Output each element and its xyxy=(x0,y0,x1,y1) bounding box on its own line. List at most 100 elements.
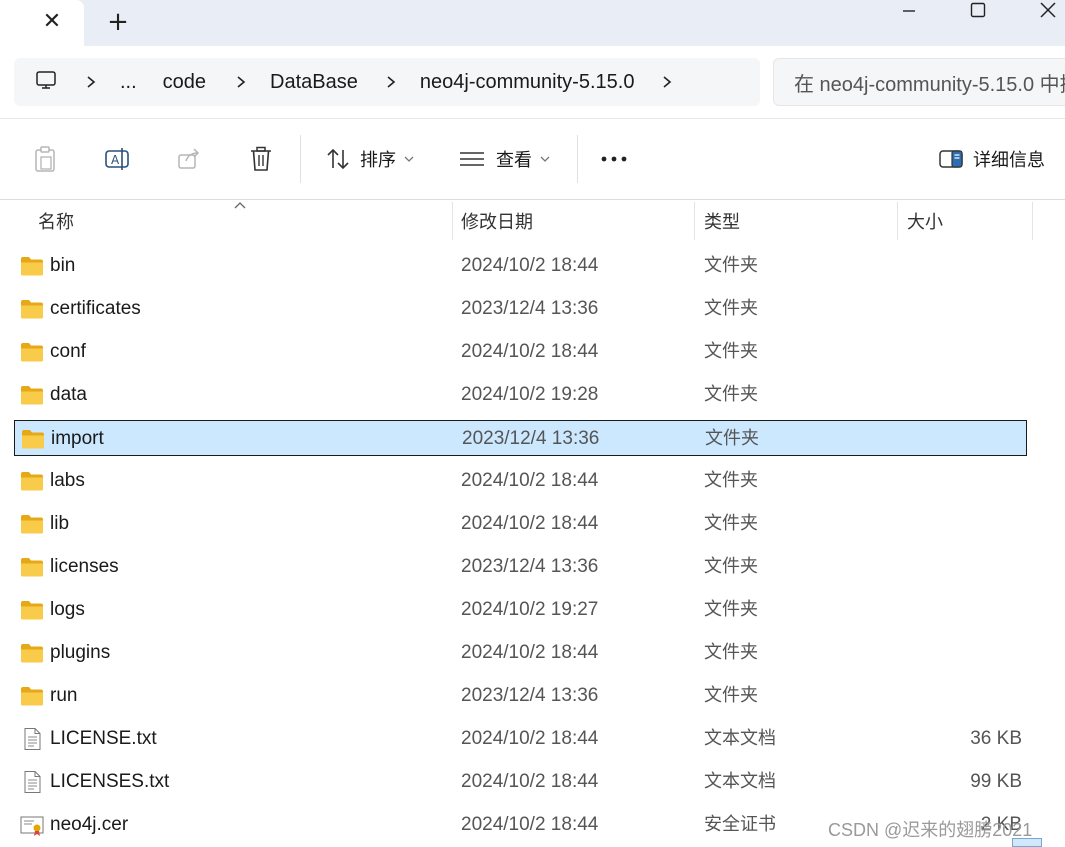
file-row[interactable]: LICENSE.txt 2024/10/2 18:44 文本文档 36 KB xyxy=(14,721,1027,757)
column-name[interactable]: 名称 xyxy=(38,208,74,234)
column-header-row: 名称 修改日期 类型 大小 xyxy=(0,200,1065,242)
clipboard-icon xyxy=(35,146,55,172)
minimize-button[interactable] xyxy=(886,0,932,20)
file-row[interactable]: bin 2024/10/2 18:44 文件夹 xyxy=(14,248,1027,284)
file-row[interactable]: conf 2024/10/2 18:44 文件夹 xyxy=(14,334,1027,370)
search-input[interactable]: 在 neo4j-community-5.15.0 中搜索 xyxy=(773,58,1065,106)
file-type: 文件夹 xyxy=(704,642,758,663)
svg-text:A: A xyxy=(111,153,120,167)
file-row[interactable]: data 2024/10/2 19:28 文件夹 xyxy=(14,377,1027,413)
column-size[interactable]: 大小 xyxy=(907,208,943,234)
close-window-button[interactable] xyxy=(1025,0,1065,20)
file-row[interactable]: certificates 2023/12/4 13:36 文件夹 xyxy=(14,291,1027,327)
title-bar: ✕ + xyxy=(0,0,1065,46)
file-modified-date: 2024/10/2 19:28 xyxy=(461,384,599,405)
file-name: run xyxy=(50,685,78,706)
breadcrumb-database[interactable]: DataBase xyxy=(270,71,358,94)
address-area: ... code DataBase neo4j-community-5.15.0… xyxy=(0,46,1065,118)
view-label: 查看 xyxy=(496,150,532,171)
column-divider[interactable] xyxy=(897,202,898,240)
more-options-button[interactable] xyxy=(601,143,627,175)
toolbar-divider xyxy=(577,135,578,183)
file-type: 文件夹 xyxy=(705,428,759,449)
watermark: CSDN @迟来的翅膀2021 xyxy=(828,820,1033,840)
column-divider[interactable] xyxy=(1032,202,1033,240)
view-button[interactable]: 查看 xyxy=(460,143,550,175)
minimize-icon xyxy=(903,10,915,12)
file-size xyxy=(914,678,1022,714)
file-name: data xyxy=(50,384,87,405)
folder-icon xyxy=(20,298,44,320)
chevron-right-icon[interactable] xyxy=(84,75,98,89)
file-modified-date: 2024/10/2 18:44 xyxy=(461,771,599,792)
file-row[interactable]: run 2023/12/4 13:36 文件夹 xyxy=(14,678,1027,714)
trash-icon xyxy=(251,146,271,171)
file-type: 文件夹 xyxy=(704,513,758,534)
maximize-button[interactable] xyxy=(955,0,1001,20)
file-modified-date: 2023/12/4 13:36 xyxy=(462,428,600,449)
file-type: 文件夹 xyxy=(704,341,758,362)
file-name: licenses xyxy=(50,556,119,577)
column-divider[interactable] xyxy=(694,202,695,240)
file-name: plugins xyxy=(50,642,111,663)
file-row[interactable]: plugins 2024/10/2 18:44 文件夹 xyxy=(14,635,1027,671)
file-size: 36 KB xyxy=(970,728,1022,749)
file-size xyxy=(914,463,1022,499)
column-modified[interactable]: 修改日期 xyxy=(461,208,533,234)
share-button[interactable] xyxy=(174,144,204,174)
file-row[interactable]: logs 2024/10/2 19:27 文件夹 xyxy=(14,592,1027,628)
file-row[interactable]: lib 2024/10/2 18:44 文件夹 xyxy=(14,506,1027,542)
file-modified-date: 2023/12/4 13:36 xyxy=(461,298,599,319)
file-type: 文本文档 xyxy=(704,771,776,792)
view-lines-icon xyxy=(460,152,484,166)
file-row[interactable]: LICENSES.txt 2024/10/2 18:44 文本文档 99 KB xyxy=(14,764,1027,800)
chevron-down-icon xyxy=(404,156,414,162)
address-bar[interactable]: ... code DataBase neo4j-community-5.15.0 xyxy=(14,58,760,106)
file-type: 文件夹 xyxy=(704,599,758,620)
file-type: 文件夹 xyxy=(704,470,758,491)
file-size xyxy=(914,291,1022,327)
text-file-icon xyxy=(20,728,44,750)
new-tab-button[interactable]: + xyxy=(104,8,132,36)
file-modified-date: 2024/10/2 18:44 xyxy=(461,513,599,534)
active-tab[interactable]: ✕ xyxy=(0,0,84,46)
file-modified-date: 2024/10/2 18:44 xyxy=(461,255,599,276)
column-type[interactable]: 类型 xyxy=(704,208,740,234)
file-type: 安全证书 xyxy=(704,814,776,835)
breadcrumb-overflow[interactable]: ... xyxy=(120,71,137,94)
folder-icon xyxy=(20,642,44,664)
file-name: bin xyxy=(50,255,76,276)
file-name: LICENSES.txt xyxy=(50,771,170,792)
paste-button[interactable] xyxy=(30,144,60,174)
file-size xyxy=(915,421,1023,457)
column-divider[interactable] xyxy=(452,202,453,240)
file-modified-date: 2024/10/2 18:44 xyxy=(461,470,599,491)
chevron-right-icon[interactable] xyxy=(384,75,398,89)
chevron-right-icon[interactable] xyxy=(660,75,674,89)
file-row[interactable]: licenses 2023/12/4 13:36 文件夹 xyxy=(14,549,1027,585)
breadcrumb-code[interactable]: code xyxy=(163,71,206,94)
file-modified-date: 2024/10/2 18:44 xyxy=(461,642,599,663)
sort-button[interactable]: 排序 xyxy=(326,143,414,175)
file-type: 文件夹 xyxy=(704,685,758,706)
details-pane-button[interactable]: 详细信息 xyxy=(939,143,1045,175)
file-size xyxy=(914,549,1022,585)
share-icon xyxy=(178,148,200,169)
folder-icon xyxy=(20,556,44,578)
breadcrumb-neo4j-community[interactable]: neo4j-community-5.15.0 xyxy=(420,71,635,94)
details-label: 详细信息 xyxy=(973,150,1045,171)
folder-icon xyxy=(20,685,44,707)
close-tab-button[interactable]: ✕ xyxy=(40,8,64,36)
file-modified-date: 2024/10/2 18:44 xyxy=(461,728,599,749)
file-row[interactable]: import 2023/12/4 13:36 文件夹 xyxy=(14,420,1027,456)
file-modified-date: 2023/12/4 13:36 xyxy=(461,685,599,706)
file-row[interactable]: labs 2024/10/2 18:44 文件夹 xyxy=(14,463,1027,499)
file-type: 文件夹 xyxy=(704,384,758,405)
computer-icon[interactable] xyxy=(34,68,58,96)
folder-icon xyxy=(20,470,44,492)
chevron-right-icon[interactable] xyxy=(234,75,248,89)
chevron-down-icon xyxy=(540,156,550,162)
rename-button[interactable]: A xyxy=(102,144,132,174)
file-size xyxy=(914,635,1022,671)
delete-button[interactable] xyxy=(246,144,276,174)
